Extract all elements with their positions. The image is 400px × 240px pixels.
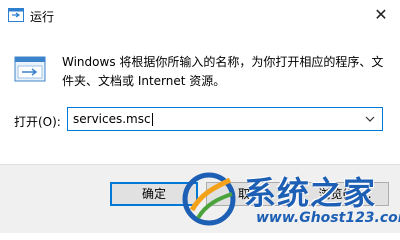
command-input[interactable]: services.msc	[73, 112, 153, 126]
watermark-title: 系统之家	[244, 174, 377, 212]
watermark: 系统之家 www.Ghost123.com	[172, 164, 400, 232]
chevron-down-icon[interactable]	[364, 110, 376, 128]
open-combobox[interactable]: services.msc	[67, 107, 383, 131]
run-prompt-icon	[14, 56, 46, 82]
watermark-logo-icon	[182, 172, 236, 226]
open-label: 打开(O):	[14, 115, 61, 129]
text-caret	[151, 113, 153, 126]
watermark-url: www.Ghost123.com	[256, 210, 400, 226]
run-app-icon	[8, 8, 24, 22]
title-bar: 运行 ✕	[0, 0, 400, 32]
dialog-description: Windows 将根据你所输入的名称，为你打开相应的程序、文件夹、文档或 Int…	[62, 55, 384, 88]
window-title: 运行	[30, 10, 55, 24]
close-icon[interactable]: ✕	[370, 4, 392, 26]
